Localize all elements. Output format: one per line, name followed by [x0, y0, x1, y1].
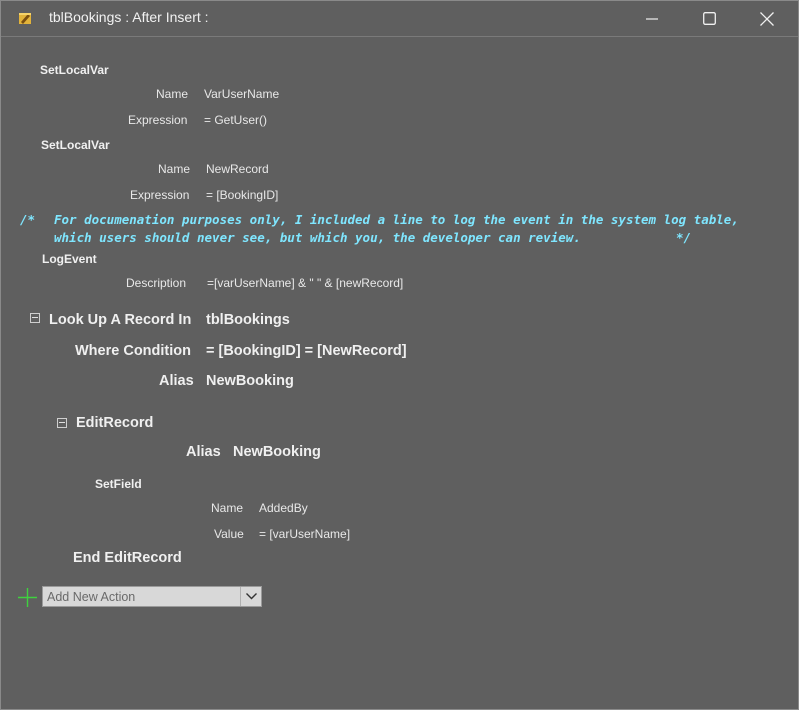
macro-design-surface: SetLocalVar Name VarUserName Expression …: [4, 37, 795, 706]
logevent-action[interactable]: LogEvent: [42, 252, 97, 266]
setfield-action[interactable]: SetField: [95, 477, 142, 491]
alias-label: Alias: [159, 373, 194, 389]
name-arg-value[interactable]: VarUserName: [204, 87, 279, 101]
lookup-record-block[interactable]: Look Up A Record In: [49, 312, 191, 328]
add-new-action-dropdown[interactable]: Add New Action: [42, 586, 262, 607]
comment-line-2[interactable]: which users should never see, but which …: [54, 230, 581, 245]
editrecord-alias-label: Alias: [186, 444, 221, 460]
macro-window: tblBookings : After Insert : SetLocalVar…: [0, 0, 799, 710]
close-button[interactable]: [744, 1, 790, 36]
close-icon: [760, 11, 774, 26]
comment-open: /*: [20, 212, 36, 227]
setlocalvar-action[interactable]: SetLocalVar: [41, 138, 110, 152]
name-arg-label: Name: [158, 162, 191, 176]
setlocalvar-action[interactable]: SetLocalVar: [40, 63, 109, 77]
description-arg-label: Description: [126, 276, 187, 290]
comment-close: */: [676, 230, 692, 245]
maximize-button[interactable]: [686, 1, 732, 36]
name-arg-value[interactable]: NewRecord: [206, 162, 269, 176]
minimize-icon: [646, 17, 658, 20]
editrecord-block[interactable]: EditRecord: [76, 415, 153, 431]
title-bar[interactable]: tblBookings : After Insert :: [1, 1, 798, 37]
setfield-name-value[interactable]: AddedBy: [259, 501, 308, 515]
minimize-button[interactable]: [629, 1, 675, 36]
comment-line-1[interactable]: For documenation purposes only, I includ…: [54, 212, 739, 227]
collapse-editrecord-icon[interactable]: [57, 418, 67, 428]
setfield-name-label: Name: [211, 501, 244, 515]
macro-icon: [19, 13, 31, 24]
alias-value[interactable]: NewBooking: [206, 373, 294, 389]
expression-arg-value[interactable]: = [BookingID]: [206, 188, 278, 202]
setfield-value-label: Value: [214, 527, 244, 541]
expression-arg-label: Expression: [128, 113, 188, 127]
where-condition-value[interactable]: = [BookingID] = [NewRecord]: [206, 343, 407, 359]
description-arg-value[interactable]: =[varUserName] & " " & [newRecord]: [207, 276, 403, 290]
end-editrecord-label: End EditRecord: [73, 550, 182, 566]
name-arg-label: Name: [156, 87, 189, 101]
add-new-action-placeholder: Add New Action: [47, 590, 136, 604]
expression-arg-value[interactable]: = GetUser(): [204, 113, 267, 127]
plus-icon[interactable]: [18, 588, 37, 607]
setfield-value-value[interactable]: = [varUserName]: [259, 527, 350, 541]
chevron-down-icon: [245, 593, 257, 600]
where-condition-label: Where Condition: [75, 343, 191, 359]
editrecord-alias-value[interactable]: NewBooking: [233, 444, 321, 460]
expression-arg-label: Expression: [130, 188, 190, 202]
dropdown-toggle-button[interactable]: [240, 587, 261, 606]
lookup-table-value[interactable]: tblBookings: [206, 312, 290, 328]
maximize-icon: [702, 12, 716, 25]
collapse-lookup-icon[interactable]: [30, 313, 40, 323]
window-title: tblBookings : After Insert :: [49, 9, 209, 25]
